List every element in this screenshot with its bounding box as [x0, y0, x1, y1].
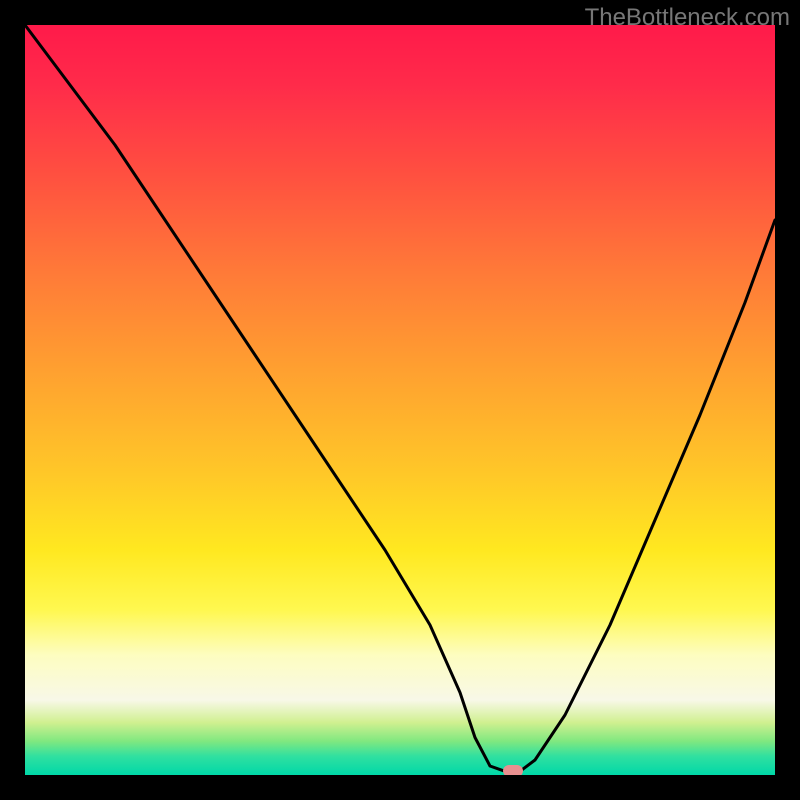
watermark-text: TheBottleneck.com — [585, 4, 790, 32]
bottleneck-curve-line — [25, 25, 775, 771]
plot-area — [25, 25, 775, 775]
curve-svg — [25, 25, 775, 775]
chart-container: TheBottleneck.com — [0, 0, 800, 800]
optimal-point-marker — [503, 765, 523, 775]
